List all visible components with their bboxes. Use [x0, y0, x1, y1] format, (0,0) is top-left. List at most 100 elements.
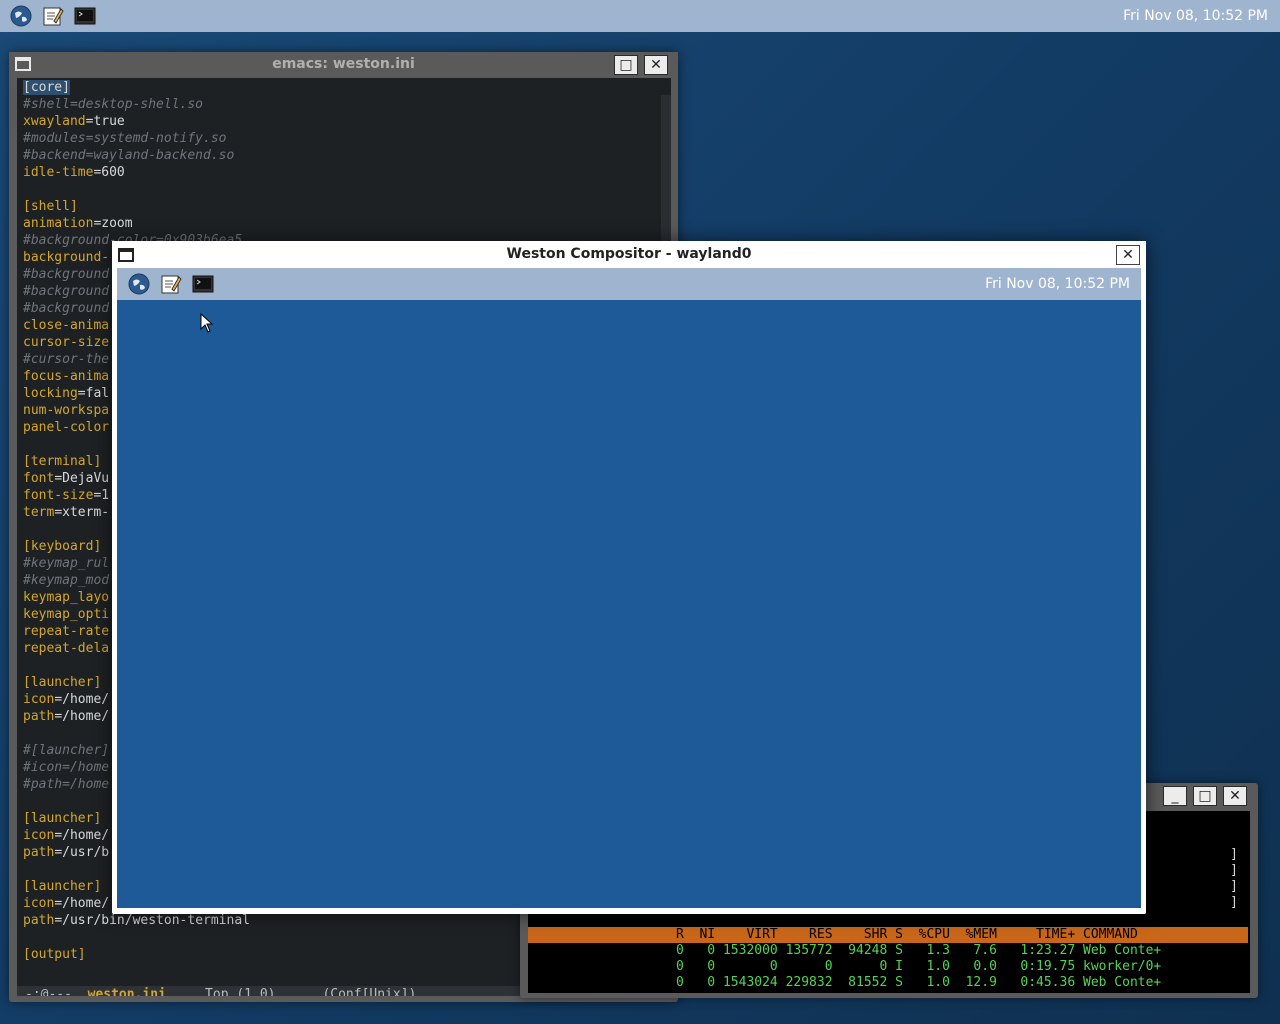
- globe-icon: [10, 5, 32, 27]
- config-value: =1: [93, 488, 110, 503]
- maximize-button[interactable]: □: [1193, 786, 1217, 806]
- top-panel: Fri Nov 08, 10:52 PM: [0, 0, 1280, 32]
- config-key: icon: [23, 896, 55, 911]
- nested-panel: Fri Nov 08, 10:52 PM: [117, 268, 1141, 300]
- config-section: [launcher]: [23, 675, 102, 690]
- config-key: icon: [23, 828, 55, 843]
- modeline-position: Top (1,0) (Conf[Unix]): [165, 987, 417, 996]
- maximize-button[interactable]: □: [614, 55, 638, 75]
- close-button[interactable]: ✕: [1223, 786, 1247, 806]
- nested-panel-clock: Fri Nov 08, 10:52 PM: [985, 276, 1130, 292]
- config-key: path: [23, 913, 55, 928]
- web-browser-launcher[interactable]: [127, 272, 151, 296]
- config-value: =/home/: [54, 828, 110, 843]
- terminal-launcher[interactable]: [73, 4, 97, 28]
- close-icon: ✕: [650, 57, 662, 73]
- terminal-launcher[interactable]: [191, 272, 215, 296]
- config-key: keymap_opti: [23, 607, 110, 622]
- nested-desktop[interactable]: [117, 300, 1141, 908]
- text-editor-launcher[interactable]: [41, 4, 65, 28]
- config-key: locking: [23, 386, 78, 401]
- config-key: font-size: [23, 488, 94, 503]
- config-section: [launcher]: [23, 879, 102, 894]
- config-section: [keyboard]: [23, 539, 102, 554]
- meter-bracket: ]: [1230, 847, 1238, 862]
- panel-clock: Fri Nov 08, 10:52 PM: [1123, 8, 1268, 24]
- code-line[interactable]: idle-time=600: [23, 164, 663, 181]
- code-line[interactable]: [core]: [23, 79, 663, 96]
- close-button[interactable]: ✕: [644, 55, 668, 75]
- close-button[interactable]: ✕: [1116, 245, 1140, 265]
- config-section: [terminal]: [23, 454, 102, 469]
- mouse-pointer-icon: [200, 313, 214, 333]
- config-section: [core]: [23, 80, 70, 95]
- config-key: path: [23, 709, 55, 724]
- config-key: background-: [23, 250, 110, 265]
- emacs-window-title: emacs: weston.ini: [272, 56, 415, 72]
- maximize-icon: □: [1198, 788, 1212, 804]
- config-key: panel-color: [23, 420, 110, 435]
- text-editor-icon: [43, 7, 64, 26]
- config-value: =/home/: [54, 692, 110, 707]
- process-table-header: R NI VIRT RES SHR S %CPU %MEM TIME+ COMM…: [528, 927, 1248, 943]
- config-section: [launcher]: [23, 811, 102, 826]
- config-key: animation: [23, 216, 94, 231]
- config-value: =/home/: [54, 709, 110, 724]
- terminal-icon: [192, 275, 214, 293]
- code-line[interactable]: xwayland=true: [23, 113, 663, 130]
- config-key: cursor-size: [23, 335, 110, 350]
- config-key: idle-time: [23, 165, 94, 180]
- code-line[interactable]: animation=zoom: [23, 215, 663, 232]
- process-row[interactable]: 0 0 0 0 0 I 1.0 0.0 0:19.75 kworker/0+: [528, 959, 1248, 975]
- code-line[interactable]: #modules=systemd-notify.so: [23, 130, 663, 147]
- meter-bracket: ]: [1230, 895, 1238, 910]
- weston-window-title: Weston Compositor - wayland0: [506, 246, 752, 262]
- meter-bracket: ]: [1230, 879, 1238, 894]
- text-editor-icon: [161, 275, 182, 294]
- globe-icon: [128, 273, 150, 295]
- config-key: repeat-rate: [23, 624, 110, 639]
- weston-compositor-window[interactable]: Weston Compositor - wayland0 ✕ Fri Nov 0…: [112, 241, 1146, 914]
- config-value: =/usr/bin/weston-terminal: [54, 913, 250, 928]
- modeline-buffer-name: weston.ini: [87, 987, 166, 996]
- code-line[interactable]: [23, 181, 663, 198]
- config-value: =zoom: [93, 216, 133, 231]
- maximize-icon: □: [619, 57, 633, 73]
- code-line[interactable]: #backend=wayland-backend.so: [23, 147, 663, 164]
- config-key: path: [23, 845, 55, 860]
- config-key: repeat-dela: [23, 641, 110, 656]
- close-icon: ✕: [1122, 247, 1134, 263]
- terminal-icon: [74, 7, 96, 25]
- config-value: =DejaVu: [54, 471, 110, 486]
- minimize-button[interactable]: _: [1163, 786, 1187, 806]
- config-section: [shell]: [23, 199, 78, 214]
- config-value: =/usr/b: [54, 845, 110, 860]
- config-key: focus-anima: [23, 369, 110, 384]
- config-value: =xterm-: [54, 505, 110, 520]
- config-key: term: [23, 505, 55, 520]
- minimize-icon: _: [1171, 788, 1179, 804]
- config-key: keymap_layo: [23, 590, 110, 605]
- web-browser-launcher[interactable]: [9, 4, 33, 28]
- emacs-titlebar[interactable]: emacs: weston.ini □ ✕: [9, 52, 678, 78]
- config-key: font: [23, 471, 55, 486]
- process-row[interactable]: 0 0 1532000 135772 94248 S 1.3 7.6 1:23.…: [528, 943, 1248, 959]
- config-key: close-anima: [23, 318, 110, 333]
- process-row[interactable]: 0 0 1543024 229832 81552 S 1.0 12.9 0:45…: [528, 975, 1248, 991]
- weston-titlebar[interactable]: Weston Compositor - wayland0 ✕: [112, 241, 1146, 267]
- config-value: =fal: [77, 386, 110, 401]
- modeline-status: -:@---: [25, 987, 88, 996]
- config-value: =600: [93, 165, 125, 180]
- config-key: num-workspa: [23, 403, 110, 418]
- config-value: =/home/: [54, 896, 110, 911]
- launcher-bar: [0, 4, 97, 28]
- code-line[interactable]: [shell]: [23, 198, 663, 215]
- code-line[interactable]: #shell=desktop-shell.so: [23, 96, 663, 113]
- config-key: xwayland: [23, 114, 86, 129]
- close-icon: ✕: [1229, 788, 1241, 804]
- config-key: icon: [23, 692, 55, 707]
- meter-bracket: ]: [1230, 863, 1238, 878]
- nested-launcher-bar: [127, 272, 215, 296]
- config-value: =true: [85, 114, 125, 129]
- text-editor-launcher[interactable]: [159, 272, 183, 296]
